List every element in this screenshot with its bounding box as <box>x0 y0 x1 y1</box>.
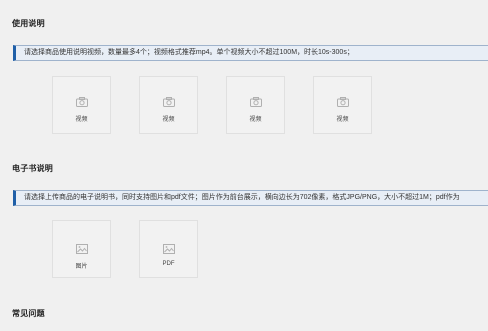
usage-notice: 请选择商品使用说明视频，数量最多4个；视频格式推荐mp4。单个视频大小不超过10… <box>13 45 488 61</box>
usage-section-title: 使用说明 <box>12 19 45 28</box>
slot-label: 图片 <box>75 264 88 270</box>
ebook-notice: 请选择上传商品的电子说明书，同时支持图片和pdf文件；图片作为前台展示，横向边长… <box>13 190 488 206</box>
slot-label: 视频 <box>162 117 175 123</box>
camera-icon <box>336 97 349 107</box>
video-upload-slot-2[interactable]: 视频 <box>139 76 198 134</box>
video-upload-slot-1[interactable]: 视频 <box>52 76 111 134</box>
slot-label: PDF <box>162 261 175 267</box>
slot-label: 视频 <box>249 117 262 123</box>
image-upload-slot[interactable]: 图片 <box>52 220 111 278</box>
camera-icon <box>249 97 262 107</box>
ebook-section-title: 电子书说明 <box>12 164 53 173</box>
slot-label: 视频 <box>336 117 349 123</box>
pdf-upload-slot[interactable]: PDF <box>139 220 198 278</box>
camera-icon <box>75 97 88 107</box>
video-upload-slot-4[interactable]: 视频 <box>313 76 372 134</box>
video-upload-slot-3[interactable]: 视频 <box>226 76 285 134</box>
camera-icon <box>162 97 175 107</box>
slot-label: 视频 <box>75 117 88 123</box>
image-icon <box>75 244 88 254</box>
image-icon <box>162 244 175 254</box>
faq-section-title: 常见问题 <box>12 309 45 318</box>
